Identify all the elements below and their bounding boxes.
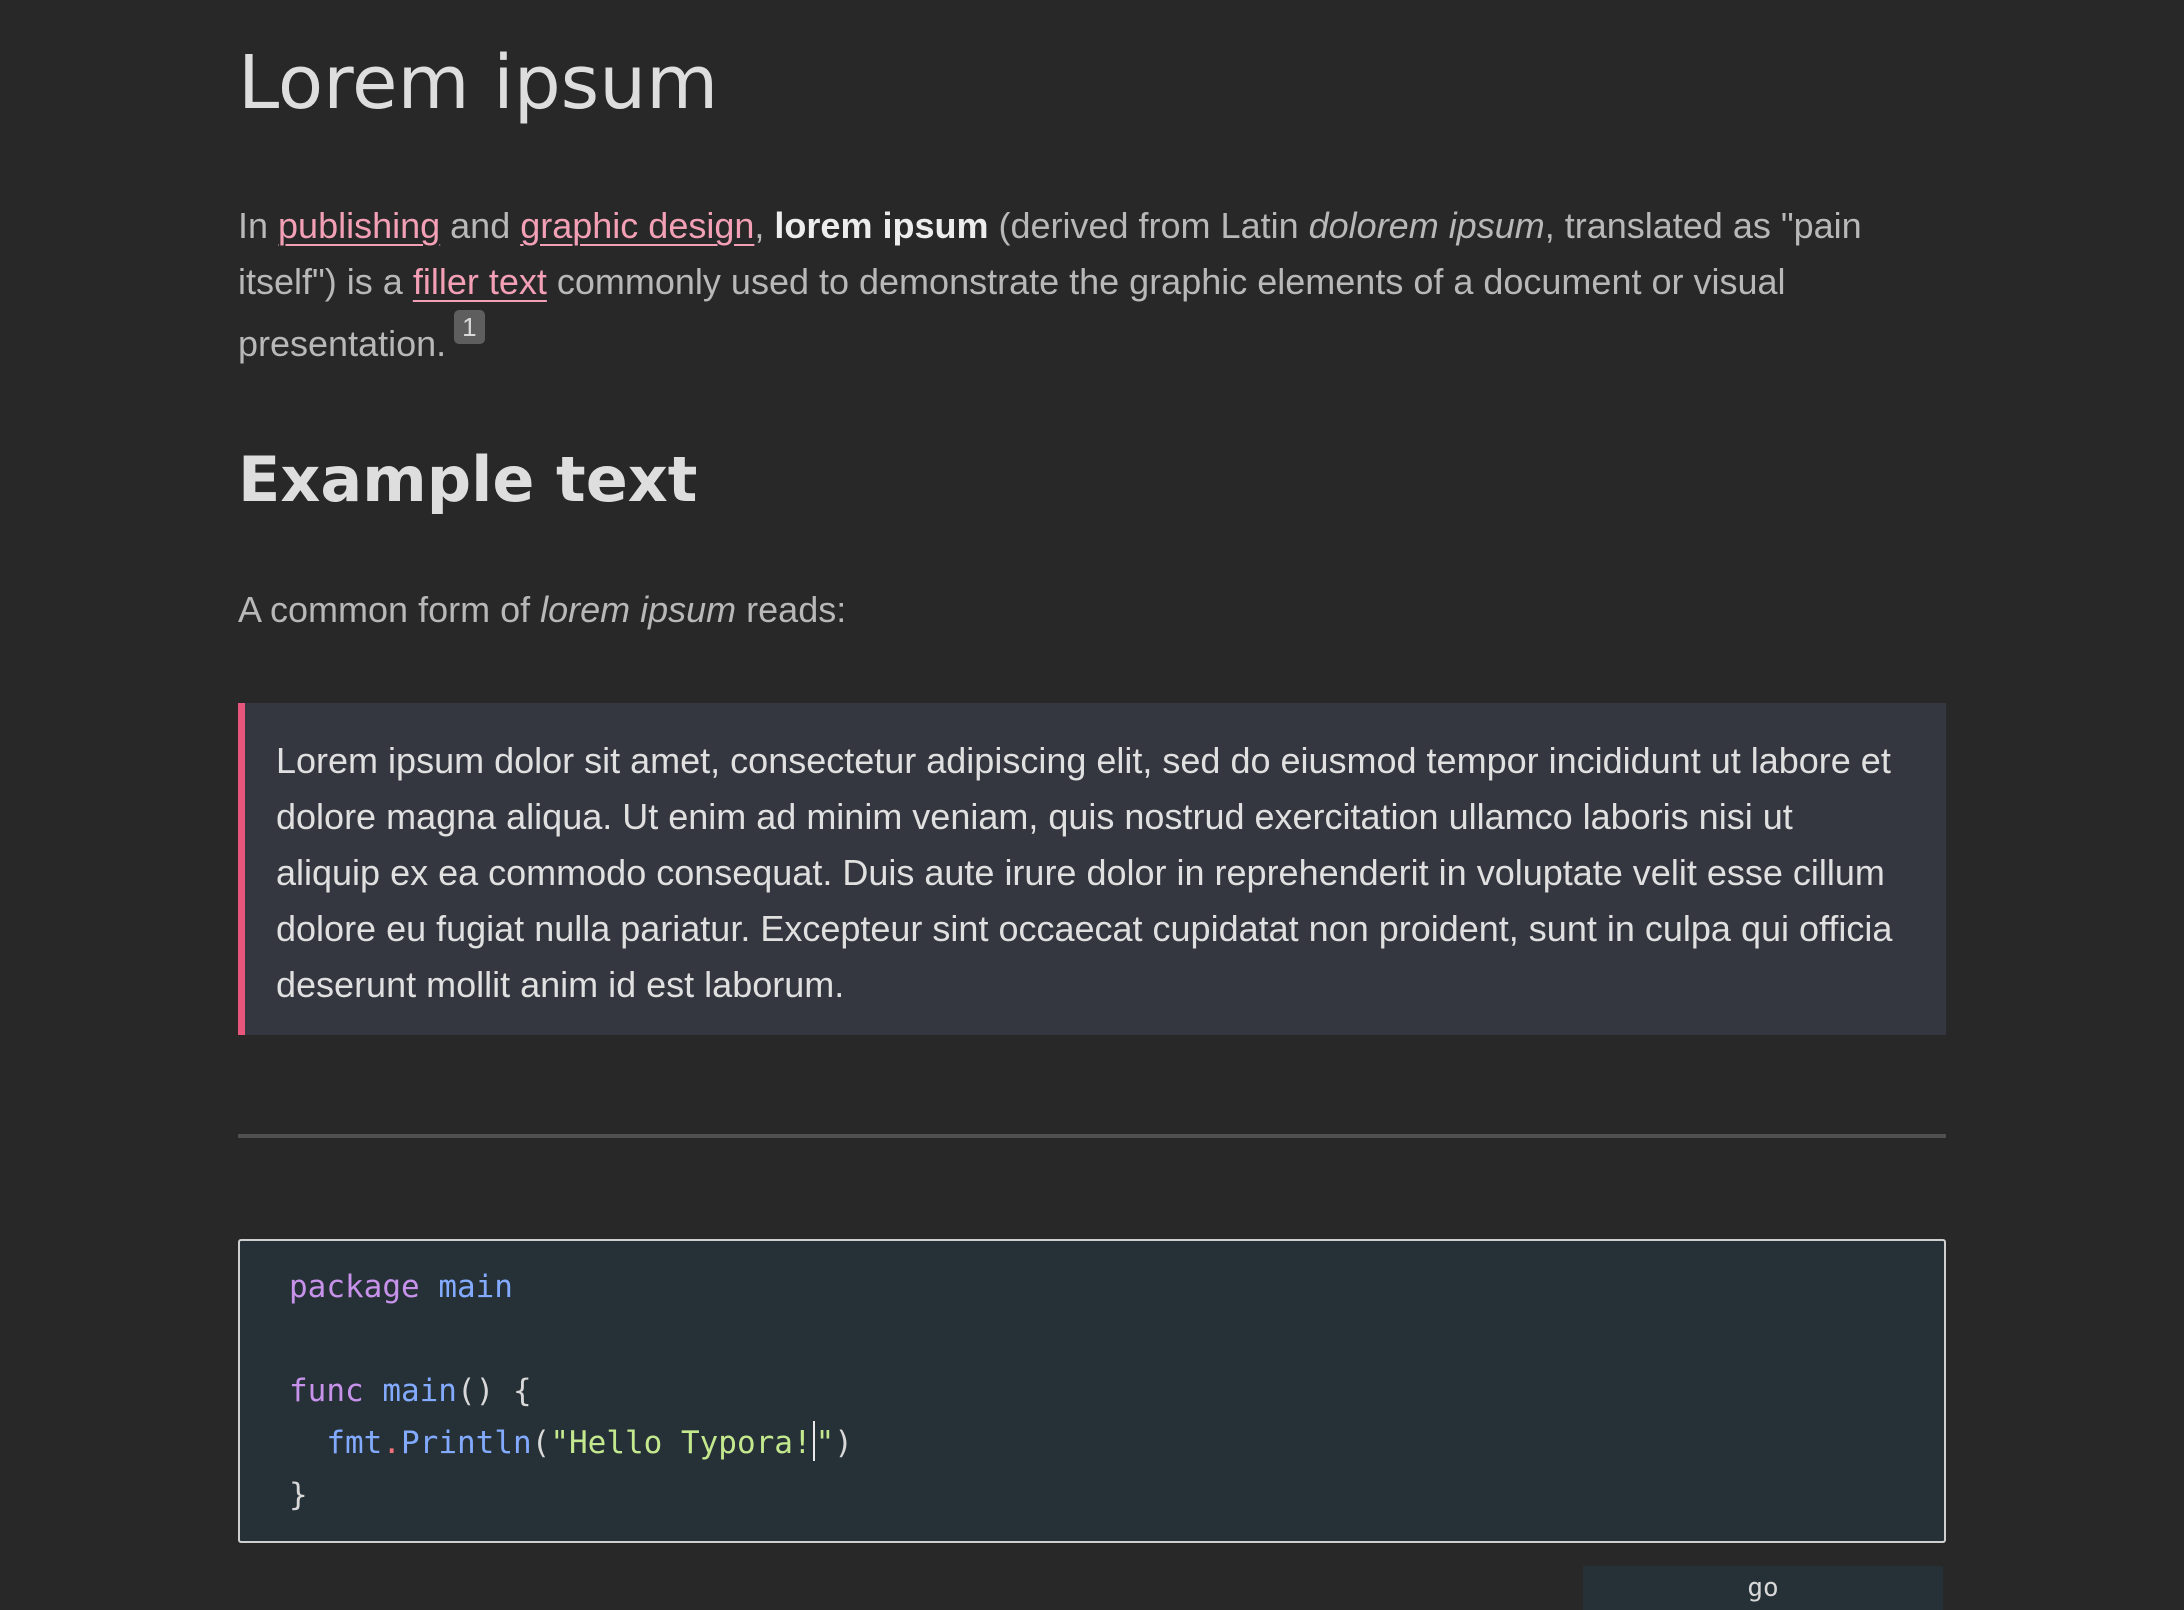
bold-lorem-ipsum: lorem ipsum [774, 205, 989, 246]
page-title: Lorem ipsum [238, 40, 719, 126]
code-line-3: func main() { [289, 1373, 532, 1409]
code-line-4: fmt.Println("Hello Typora! ") [289, 1417, 1944, 1469]
blockquote: Lorem ipsum dolor sit amet, consectetur … [238, 703, 1946, 1035]
italic-lorem-ipsum: lorem ipsum [540, 589, 737, 630]
link-graphic-design[interactable]: graphic design [520, 205, 754, 246]
section-heading: Example text [238, 443, 698, 516]
link-publishing[interactable]: publishing [278, 205, 440, 246]
text-cursor [812, 1421, 815, 1461]
code-line-1: package main [289, 1269, 513, 1305]
code-language-input[interactable]: go [1583, 1566, 1943, 1610]
intro-paragraph: In publishing and graphic design, lorem … [238, 205, 1862, 364]
common-form-paragraph: A common form of lorem ipsum reads: [238, 589, 847, 630]
code-block[interactable]: package main func main() { fmt.Println("… [238, 1239, 1946, 1543]
code-line-5: } [289, 1477, 308, 1513]
horizontal-rule [238, 1134, 1946, 1138]
footnote-ref[interactable]: 1 [454, 310, 485, 344]
italic-dolorem-ipsum: dolorem ipsum [1308, 205, 1545, 246]
link-filler-text[interactable]: filler text [413, 261, 547, 302]
